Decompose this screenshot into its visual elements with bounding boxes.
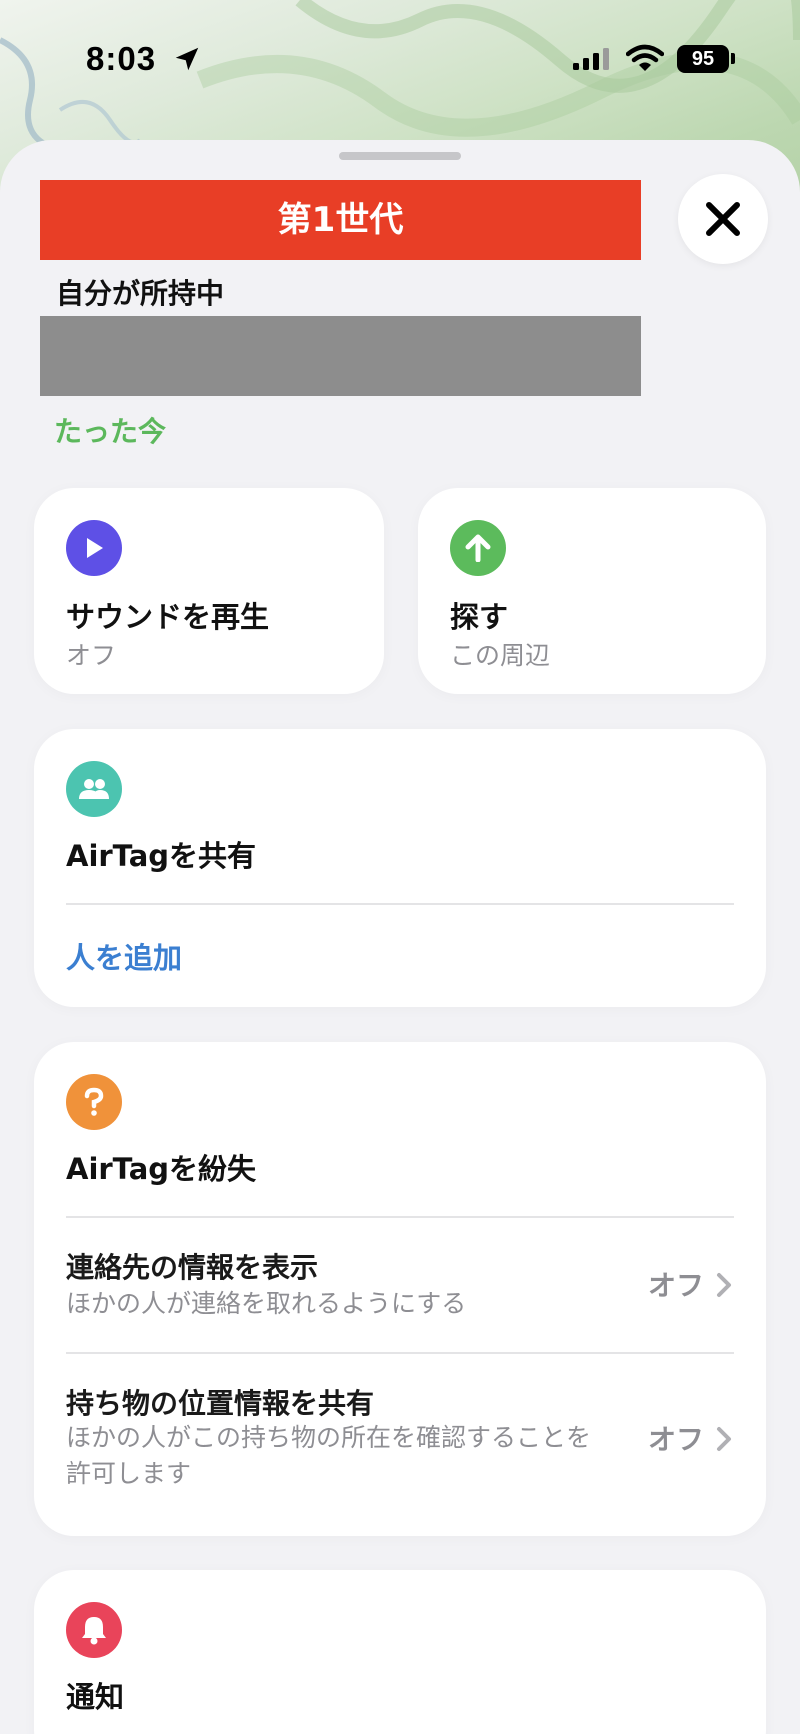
chevron-right-icon bbox=[717, 1273, 731, 1297]
chevron-right-icon bbox=[717, 1427, 731, 1451]
lost-airtag-card: AirTagを紛失 連絡先の情報を表示 ほかの人が連絡を取れるようにする オフ … bbox=[34, 1042, 766, 1536]
status-bar: 8:03 95 bbox=[0, 0, 800, 120]
share-airtag-title: AirTagを共有 bbox=[66, 839, 257, 873]
lost-airtag-title: AirTagを紛失 bbox=[66, 1152, 257, 1186]
share-item-location-row[interactable]: 持ち物の位置情報を共有 ほかの人がこの持ち物の所在を確認することを 許可します … bbox=[34, 1354, 766, 1524]
question-mark-icon bbox=[66, 1074, 122, 1130]
wifi-icon bbox=[626, 44, 664, 71]
battery-tip bbox=[731, 53, 735, 64]
share-item-location-value: オフ bbox=[648, 1423, 705, 1456]
play-sound-title: サウンドを再生 bbox=[66, 600, 270, 634]
arrow-up-icon bbox=[450, 520, 506, 576]
close-button[interactable] bbox=[678, 174, 768, 264]
show-contact-info-row[interactable]: 連絡先の情報を表示 ほかの人が連絡を取れるようにする オフ bbox=[34, 1218, 766, 1352]
location-arrow-icon bbox=[175, 47, 199, 71]
bell-icon bbox=[66, 1602, 122, 1658]
last-seen-time: たった今 bbox=[54, 415, 167, 448]
notifications-card: 通知 bbox=[34, 1570, 766, 1734]
divider bbox=[66, 903, 734, 905]
status-time: 8:03 bbox=[86, 40, 157, 77]
show-contact-info-value: オフ bbox=[648, 1269, 705, 1302]
battery-indicator: 95 bbox=[677, 45, 729, 73]
play-sound-card[interactable]: サウンドを再生 オフ bbox=[34, 488, 384, 694]
share-item-location-subtitle-line2: 許可します bbox=[66, 1459, 192, 1488]
show-contact-info-title: 連絡先の情報を表示 bbox=[66, 1251, 319, 1284]
find-status: この周辺 bbox=[450, 641, 551, 670]
add-person-link[interactable]: 人を追加 bbox=[66, 935, 182, 977]
find-card[interactable]: 探す この周辺 bbox=[418, 488, 766, 694]
play-sound-status: オフ bbox=[66, 641, 117, 670]
item-detail-sheet: 第1世代 自分が所持中 たった今 サウンドを再生 オフ 探す この周辺 AirT… bbox=[0, 140, 800, 1734]
close-icon bbox=[706, 202, 740, 236]
share-item-location-title: 持ち物の位置情報を共有 bbox=[66, 1387, 375, 1420]
play-icon bbox=[66, 520, 122, 576]
notifications-title: 通知 bbox=[66, 1680, 125, 1714]
show-contact-info-subtitle: ほかの人が連絡を取れるようにする bbox=[66, 1289, 467, 1318]
share-airtag-card: AirTagを共有 人を追加 bbox=[34, 729, 766, 1007]
sheet-grabber[interactable] bbox=[339, 152, 461, 160]
people-icon bbox=[66, 761, 122, 817]
owner-status: 自分が所持中 bbox=[56, 277, 225, 310]
redacted-item-name bbox=[40, 316, 641, 396]
find-title: 探す bbox=[450, 600, 509, 634]
cellular-signal-icon bbox=[573, 48, 609, 70]
generation-banner: 第1世代 bbox=[40, 180, 641, 260]
share-item-location-subtitle-line1: ほかの人がこの持ち物の所在を確認することを bbox=[66, 1423, 592, 1452]
